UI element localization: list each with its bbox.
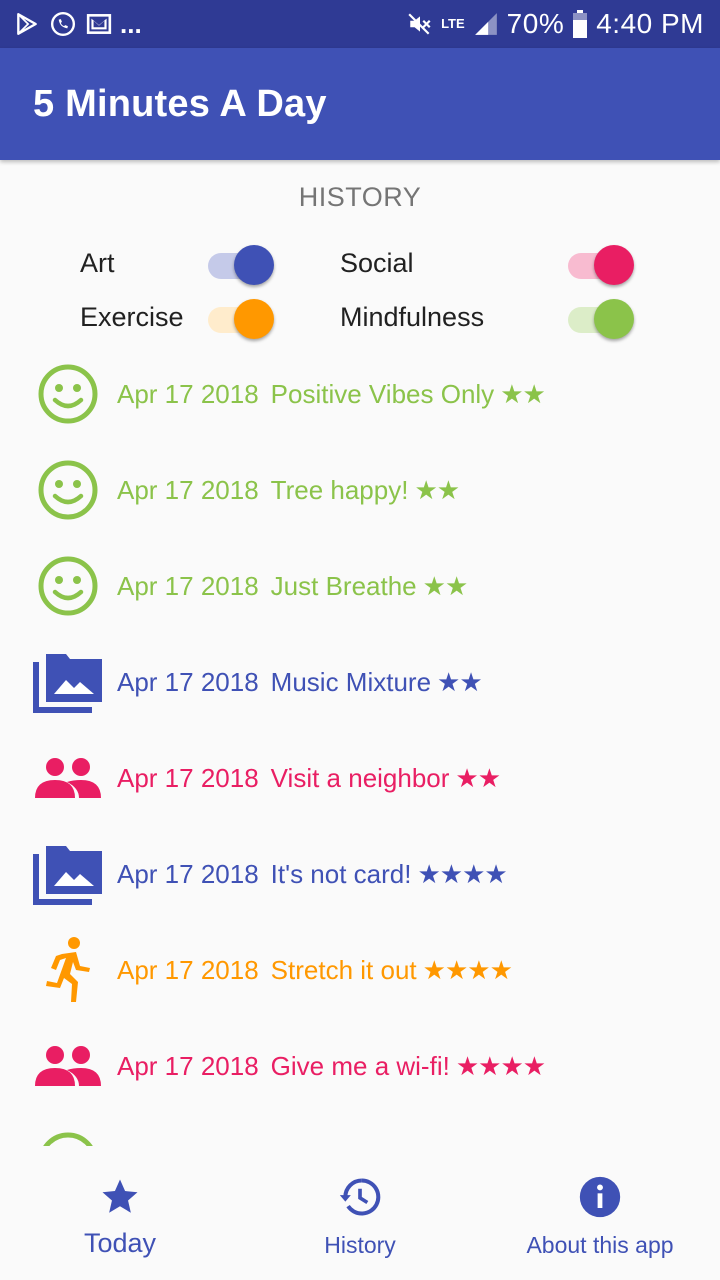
filter-label: Social <box>340 248 414 278</box>
toggle-art[interactable] <box>208 245 274 287</box>
entry-date: Apr 17 2018 <box>117 762 259 793</box>
list-item[interactable]: Apr 17 2018 Stretch it out ★★★★ <box>0 922 720 1018</box>
toggle-social[interactable] <box>568 245 634 287</box>
network-type: LTE <box>441 16 465 31</box>
entry-title: Music Mixture <box>270 666 432 697</box>
history-icon <box>337 1174 383 1220</box>
history-content[interactable]: HISTORY Art Social Exercise Mindfulness <box>0 160 720 1146</box>
app-bar: 5 Minutes A Day <box>0 48 720 160</box>
entry-date: Apr 17 2018 <box>117 474 259 505</box>
smiley-face-icon <box>32 454 104 526</box>
list-item[interactable]: Apr 17 2018 Just Breathe ★★ <box>0 538 720 634</box>
entry-title: Positive Vibes Only <box>270 378 495 409</box>
nav-today[interactable]: Today <box>0 1146 240 1280</box>
list-item[interactable]: Apr 17 2018 Positive Vibes Only ★★ <box>0 346 720 442</box>
entry-stars: ★★ <box>500 378 546 409</box>
filter-label: Mindfulness <box>340 302 485 332</box>
entry-stars: ★★★★ <box>422 954 513 985</box>
smiley-face-icon <box>32 358 104 430</box>
filter-label: Art <box>80 248 115 278</box>
play-store-icon <box>17 13 37 35</box>
entry-title: Visit a neighbor <box>270 762 450 793</box>
entry-title: Just Breathe <box>270 570 417 601</box>
entry-date: Apr 17 2018 <box>117 1050 259 1081</box>
list-item[interactable]: Apr 17 2018 Give me a wi-fi! ★★★★ <box>0 1018 720 1114</box>
info-icon <box>577 1174 623 1220</box>
filter-social: Social <box>340 248 414 279</box>
entry-stars: ★★ <box>455 762 501 793</box>
photo-library-icon <box>32 646 104 718</box>
entry-stars: ★★ <box>422 570 469 601</box>
toggle-mindfulness[interactable] <box>568 299 634 341</box>
battery-icon <box>573 10 588 38</box>
entry-date: Apr 17 2018 <box>117 570 259 601</box>
entry-stars: ★★★★ <box>417 858 507 889</box>
filter-exercise: Exercise <box>80 302 184 333</box>
app-screen: ... LTE 70% 4:40 PM 5 Minutes A Day HIST… <box>0 0 720 1280</box>
notification-overflow: ... <box>120 8 142 39</box>
clock: 4:40 PM <box>596 8 704 39</box>
entry-stars: ★★ <box>414 474 460 505</box>
toggle-exercise[interactable] <box>208 299 274 341</box>
nav-label: Today <box>83 1228 157 1258</box>
entry-title: Tree happy! <box>270 474 409 505</box>
photo-library-icon <box>32 838 104 910</box>
nav-label: About this app <box>526 1232 674 1258</box>
list-item[interactable]: Apr 17 2018 It's not card! ★★★★ <box>0 826 720 922</box>
people-icon <box>32 742 104 814</box>
entry-stars: ★★★★ <box>455 1050 546 1081</box>
smiley-face-icon <box>32 1126 104 1146</box>
entry-date: Apr 17 2018 <box>117 378 259 409</box>
phone-icon <box>50 11 76 37</box>
entry-title: It's not card! <box>270 858 412 889</box>
running-person-icon <box>32 934 104 1006</box>
entry-title: Give me a wi-fi! <box>270 1050 450 1081</box>
smiley-face-icon <box>32 550 104 622</box>
filter-mindfulness: Mindfulness <box>340 302 484 333</box>
star-icon <box>97 1174 143 1220</box>
list-item[interactable]: Apr 17 2018 Music Mixture ★★ <box>0 634 720 730</box>
list-item[interactable]: Apr 17 2018 Visit a neighbor ★★ <box>0 730 720 826</box>
battery-percent: 70% <box>506 8 565 39</box>
entry-date: Apr 17 2018 <box>117 954 259 985</box>
signal-icon <box>474 13 497 35</box>
entry-stars: ★★ <box>437 666 483 697</box>
entry-title: Stretch it out <box>270 954 417 985</box>
gmail-icon <box>86 14 112 34</box>
bottom-navigation: Today History About this app <box>0 1146 720 1280</box>
list-item[interactable]: Apr 17 2018 Tree happy! ★★ <box>0 442 720 538</box>
mute-icon <box>408 13 431 35</box>
entry-date: Apr 17 2018 <box>117 666 259 697</box>
list-item[interactable] <box>0 1114 720 1146</box>
app-title: 5 Minutes A Day <box>33 82 327 125</box>
nav-about[interactable]: About this app <box>480 1146 720 1280</box>
history-list: Apr 17 2018 Positive Vibes Only ★★ Apr 17 … <box>0 346 720 1146</box>
filter-label: Exercise <box>80 302 184 332</box>
entry-date: Apr 17 2018 <box>117 858 259 889</box>
filter-art: Art <box>80 248 115 279</box>
people-icon <box>32 1030 104 1102</box>
section-title: HISTORY <box>298 182 422 212</box>
status-bar: ... LTE 70% 4:40 PM <box>0 0 720 48</box>
nav-label: History <box>324 1232 396 1258</box>
nav-history[interactable]: History <box>240 1146 480 1280</box>
